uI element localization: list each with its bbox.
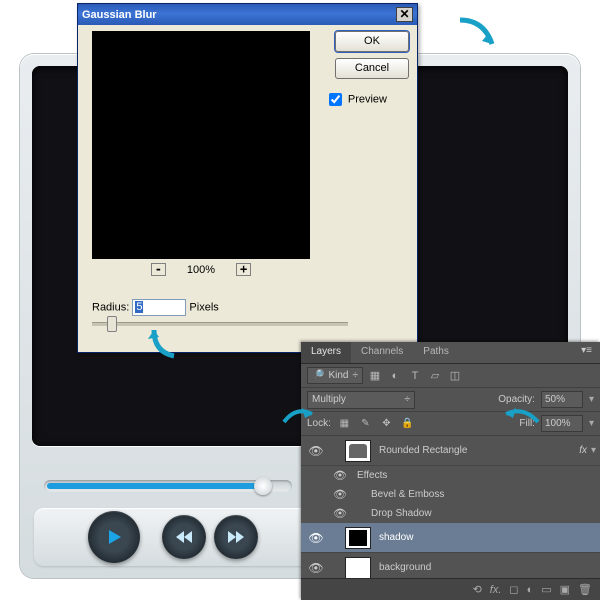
preview-checkbox[interactable]: Preview <box>329 93 387 106</box>
chevron-down-icon[interactable]: ▾ <box>591 445 596 456</box>
ok-button[interactable]: OK <box>335 31 409 52</box>
radius-slider[interactable] <box>92 322 348 326</box>
annotation-arrow <box>454 14 500 60</box>
panel-tabs: Layers Channels Paths ▾≡ <box>301 342 600 364</box>
tab-paths[interactable]: Paths <box>413 342 459 363</box>
kind-filter[interactable]: 🔎 Kind ÷ <box>307 367 363 384</box>
filter-pixel-icon[interactable]: ▦ <box>367 368 383 384</box>
annotation-arrow <box>282 404 316 426</box>
next-button[interactable] <box>214 515 258 559</box>
layers-panel: Layers Channels Paths ▾≡ 🔎 Kind ÷ ▦ ◐ T … <box>301 342 600 600</box>
seek-knob[interactable] <box>254 477 272 495</box>
filter-shape-icon[interactable]: ▱ <box>427 368 443 384</box>
effect-dropshadow[interactable]: 👁 Drop Shadow <box>301 504 600 523</box>
prev-button[interactable] <box>162 515 206 559</box>
zoom-level: 100% <box>187 264 215 276</box>
layer-thumb[interactable] <box>345 440 371 462</box>
layer-shadow[interactable]: 👁 shadow <box>301 523 600 553</box>
annotation-arrow <box>144 320 184 360</box>
layer-thumb[interactable] <box>345 557 371 579</box>
preview-check-input[interactable] <box>329 93 342 106</box>
filter-adjust-icon[interactable]: ◐ <box>387 368 403 384</box>
filter-smart-icon[interactable]: ◫ <box>447 368 463 384</box>
dialog-titlebar[interactable]: Gaussian Blur ✕ <box>78 4 417 25</box>
lock-all-icon[interactable]: 🔒 <box>400 416 415 431</box>
radius-unit: Pixels <box>189 301 218 313</box>
fx-badge[interactable]: fx <box>579 445 587 456</box>
cancel-button[interactable]: Cancel <box>335 58 409 79</box>
visibility-icon[interactable]: 👁 <box>305 561 327 575</box>
tab-channels[interactable]: Channels <box>351 342 413 363</box>
panel-menu-icon[interactable]: ▾≡ <box>573 342 600 363</box>
fx-icon[interactable]: fx. <box>490 584 502 596</box>
panel-footer: ⟲ fx. ◻ ◐ ▭ ▣ 🗑 <box>301 578 600 600</box>
tab-layers[interactable]: Layers <box>301 342 351 363</box>
layer-rounded-rectangle[interactable]: 👁 Rounded Rectangle fx ▾ <box>301 436 600 466</box>
adjust-icon[interactable]: ◐ <box>527 584 534 596</box>
effects-header[interactable]: 👁 Effects <box>301 466 600 485</box>
fill-input[interactable]: 100% <box>541 415 583 432</box>
blend-mode-select[interactable]: Multiply÷ <box>307 391 415 409</box>
close-icon[interactable]: ✕ <box>396 7 413 22</box>
visibility-icon[interactable]: 👁 <box>305 444 327 458</box>
preview-image[interactable] <box>92 31 310 259</box>
zoom-in-button[interactable]: + <box>236 263 251 276</box>
lock-pos-icon[interactable]: ✥ <box>379 416 394 431</box>
opacity-input[interactable]: 50% <box>541 391 583 408</box>
mask-icon[interactable]: ◻ <box>509 583 518 596</box>
radius-label: Radius: <box>92 301 129 313</box>
link-icon[interactable]: ⟲ <box>473 583 482 596</box>
group-icon[interactable]: ▭ <box>541 583 551 596</box>
zoom-out-button[interactable]: - <box>151 263 166 276</box>
lock-pixels-icon[interactable]: ✎ <box>358 416 373 431</box>
play-button[interactable] <box>88 511 140 563</box>
lock-trans-icon[interactable]: ▦ <box>337 416 352 431</box>
layer-thumb[interactable] <box>345 527 371 549</box>
seek-bar[interactable] <box>44 480 292 492</box>
effect-bevel[interactable]: 👁 Bevel & Emboss <box>301 485 600 504</box>
new-layer-icon[interactable]: ▣ <box>560 583 570 596</box>
trash-icon[interactable]: 🗑 <box>578 583 592 596</box>
annotation-arrow <box>500 404 540 426</box>
dialog-title: Gaussian Blur <box>82 9 157 21</box>
visibility-icon[interactable]: 👁 <box>305 531 327 545</box>
filter-row: 🔎 Kind ÷ ▦ ◐ T ▱ ◫ <box>301 364 600 388</box>
gaussian-blur-dialog: Gaussian Blur ✕ - 100% + OK Cancel Previ… <box>77 3 418 353</box>
slider-knob[interactable] <box>107 316 117 332</box>
radius-input[interactable]: 5 <box>132 299 186 316</box>
filter-type-icon[interactable]: T <box>407 368 423 384</box>
